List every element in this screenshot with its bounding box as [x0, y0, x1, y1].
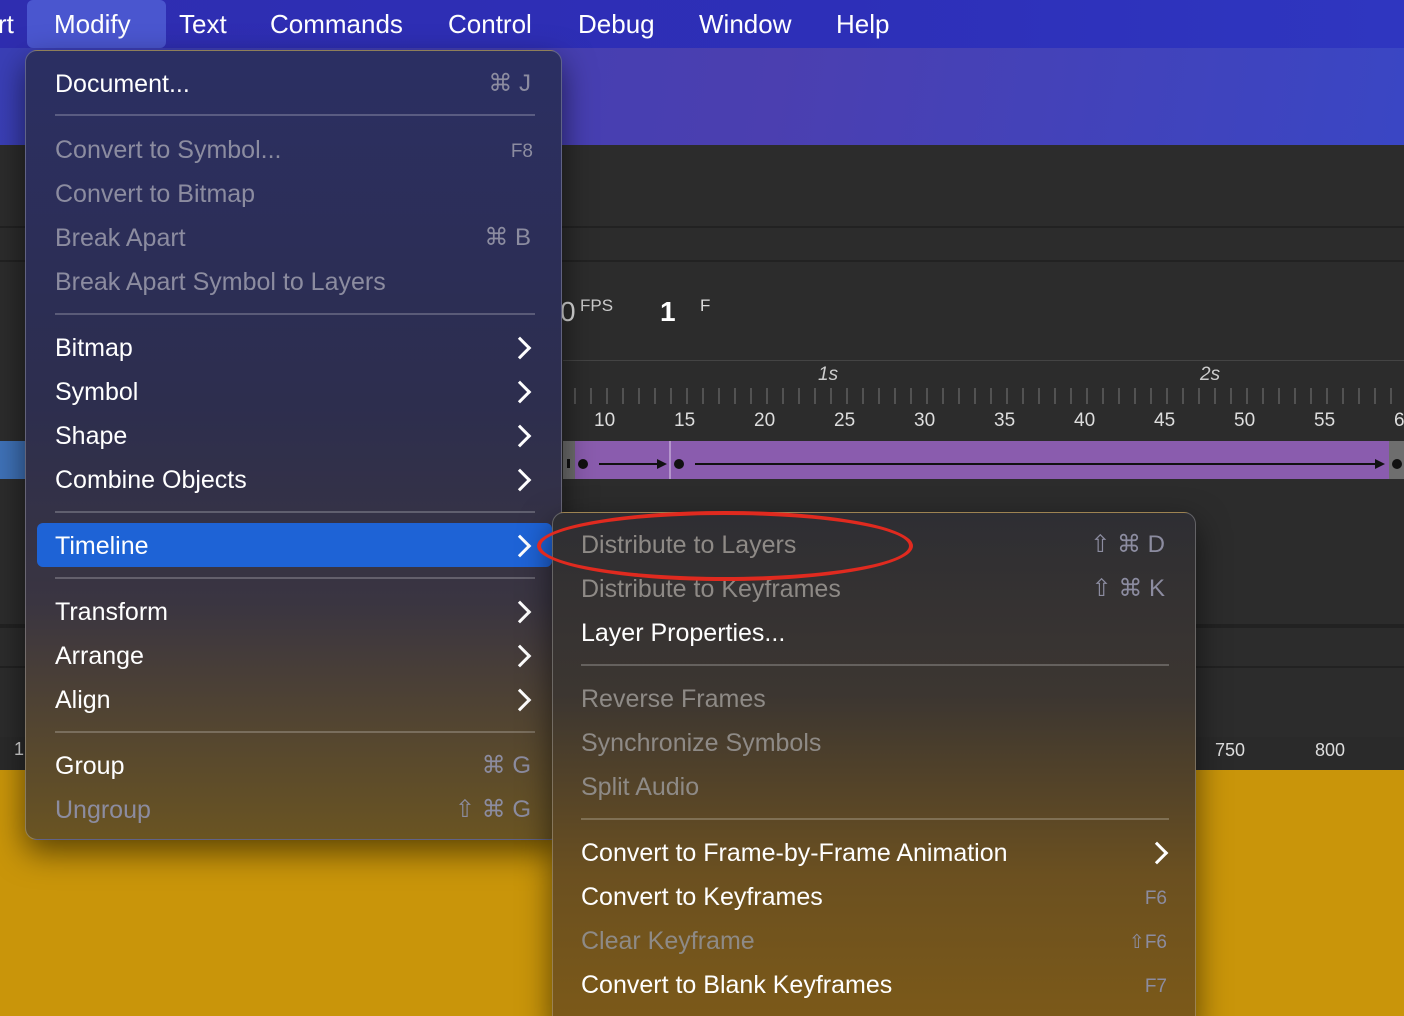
frame-tick-label: 55: [1314, 410, 1336, 431]
menu-item-convert-to-bitmap[interactable]: Convert to Bitmap: [55, 174, 255, 214]
menu-bar-item-import[interactable]: rt: [0, 0, 14, 48]
chevron-right-icon: [508, 380, 532, 404]
menu-separator: [55, 731, 535, 733]
annotation-ellipse: [537, 511, 913, 581]
menu-separator: [581, 664, 1169, 666]
frame-tick-label: 40: [1074, 410, 1096, 431]
shortcut-break-apart: ⌘ B: [484, 224, 531, 251]
menu-item-shape[interactable]: Shape: [55, 416, 127, 456]
seconds-label: 1s: [818, 364, 839, 385]
menu-separator: [55, 114, 535, 116]
shortcut-clear-keyframe: ⇧F6: [1128, 932, 1167, 953]
tween-arrows: [563, 441, 1404, 479]
shortcut-convert-to-keyframes: F6: [1144, 888, 1167, 909]
stage-ruler-label: 1: [14, 739, 25, 759]
menu-item-convert-to-symbol[interactable]: Convert to Symbol...: [55, 130, 281, 170]
shortcut-group: ⌘ G: [481, 752, 531, 779]
frame-tick-label: 10: [594, 410, 616, 431]
menu-separator: [581, 818, 1169, 820]
menu-bar-item-commands[interactable]: Commands: [270, 0, 403, 48]
menu-bar-item-debug[interactable]: Debug: [578, 0, 655, 48]
fps-value[interactable]: 0: [560, 296, 576, 328]
menu-item-convert-to-keyframes[interactable]: Convert to Keyframes: [581, 877, 823, 917]
menu-separator: [55, 577, 535, 579]
menu-item-document[interactable]: Document...: [55, 64, 190, 104]
frame-tick-label: 50: [1234, 410, 1256, 431]
menu-item-ungroup[interactable]: Ungroup: [55, 790, 151, 830]
chevron-right-icon: [508, 424, 532, 448]
menu-item-layer-properties[interactable]: Layer Properties...: [581, 613, 785, 653]
menu-item-synchronize-symbols[interactable]: Synchronize Symbols: [581, 723, 821, 763]
menu-item-clear-keyframe[interactable]: Clear Keyframe: [581, 921, 755, 961]
chevron-right-icon: [508, 644, 532, 668]
menu-item-timeline[interactable]: Timeline: [55, 526, 149, 566]
frame-tick-label: 6: [1394, 410, 1404, 431]
menu-item-reverse-frames[interactable]: Reverse Frames: [581, 679, 766, 719]
stage-ruler-label: 750: [1215, 740, 1246, 760]
menu-bar-item-text[interactable]: Text: [179, 0, 227, 48]
menu-item-bitmap[interactable]: Bitmap: [55, 328, 133, 368]
frame-tick-label: 15: [674, 410, 696, 431]
frame-tick-label: 25: [834, 410, 856, 431]
shortcut-convert-to-blank-keyframes: F7: [1144, 976, 1167, 997]
stage-ruler-left: 1: [0, 737, 26, 770]
menu-item-arrange[interactable]: Arrange: [55, 636, 144, 676]
chevron-right-icon: [508, 600, 532, 624]
shortcut-convert-to-symbol: F8: [510, 141, 533, 162]
frame-ruler-ticks: [574, 388, 1392, 404]
menu-item-convert-to-frame-by-frame[interactable]: Convert to Frame-by-Frame Animation: [581, 833, 1008, 873]
seconds-label: 2s: [1200, 364, 1221, 385]
chevron-right-icon: [508, 688, 532, 712]
menu-bar: rt Modify Text Commands Control Debug Wi…: [0, 0, 1404, 48]
layer-row-selected[interactable]: [0, 441, 26, 479]
frame-tick-label: 20: [754, 410, 776, 431]
menu-item-align[interactable]: Align: [55, 680, 111, 720]
menu-bar-item-window[interactable]: Window: [699, 0, 791, 48]
menu-item-combine-objects[interactable]: Combine Objects: [55, 460, 247, 500]
menu-item-break-apart-symbol-to-layers[interactable]: Break Apart Symbol to Layers: [55, 262, 386, 302]
menu-bar-item-control[interactable]: Control: [448, 0, 532, 48]
current-frame-value[interactable]: 1: [660, 296, 676, 328]
frame-tick-label: 30: [914, 410, 936, 431]
menu-bar-item-modify[interactable]: Modify: [54, 0, 131, 48]
frame-tick-label: 35: [994, 410, 1016, 431]
modify-menu: Document... ⌘ J Convert to Symbol... F8 …: [25, 50, 562, 840]
timeline-submenu: Distribute to Layers ⇧ ⌘ D Distribute to…: [552, 512, 1196, 1016]
menu-item-convert-to-blank-keyframes[interactable]: Convert to Blank Keyframes: [581, 965, 892, 1005]
fps-label: FPS: [580, 296, 614, 315]
menu-separator: [55, 313, 535, 315]
menu-item-break-apart[interactable]: Break Apart: [55, 218, 186, 258]
menu-bar-item-help[interactable]: Help: [836, 0, 889, 48]
shortcut-document: ⌘ J: [488, 70, 531, 97]
shortcut-distribute-to-keyframes: ⇧ ⌘ K: [1091, 575, 1165, 602]
frame-tick-label: 45: [1154, 410, 1176, 431]
current-frame-suffix: F: [700, 296, 711, 315]
menu-item-symbol[interactable]: Symbol: [55, 372, 138, 412]
stage-ruler-label: 800: [1315, 740, 1346, 760]
menu-item-group[interactable]: Group: [55, 746, 124, 786]
chevron-right-icon: [1145, 841, 1169, 865]
chevron-right-icon: [508, 468, 532, 492]
menu-item-transform[interactable]: Transform: [55, 592, 168, 632]
shortcut-ungroup: ⇧ ⌘ G: [454, 796, 531, 823]
chevron-right-icon: [508, 336, 532, 360]
shortcut-distribute-to-layers: ⇧ ⌘ D: [1090, 531, 1165, 558]
tween-span[interactable]: [563, 441, 1404, 479]
menu-separator: [55, 511, 535, 513]
menu-item-split-audio[interactable]: Split Audio: [581, 767, 699, 807]
